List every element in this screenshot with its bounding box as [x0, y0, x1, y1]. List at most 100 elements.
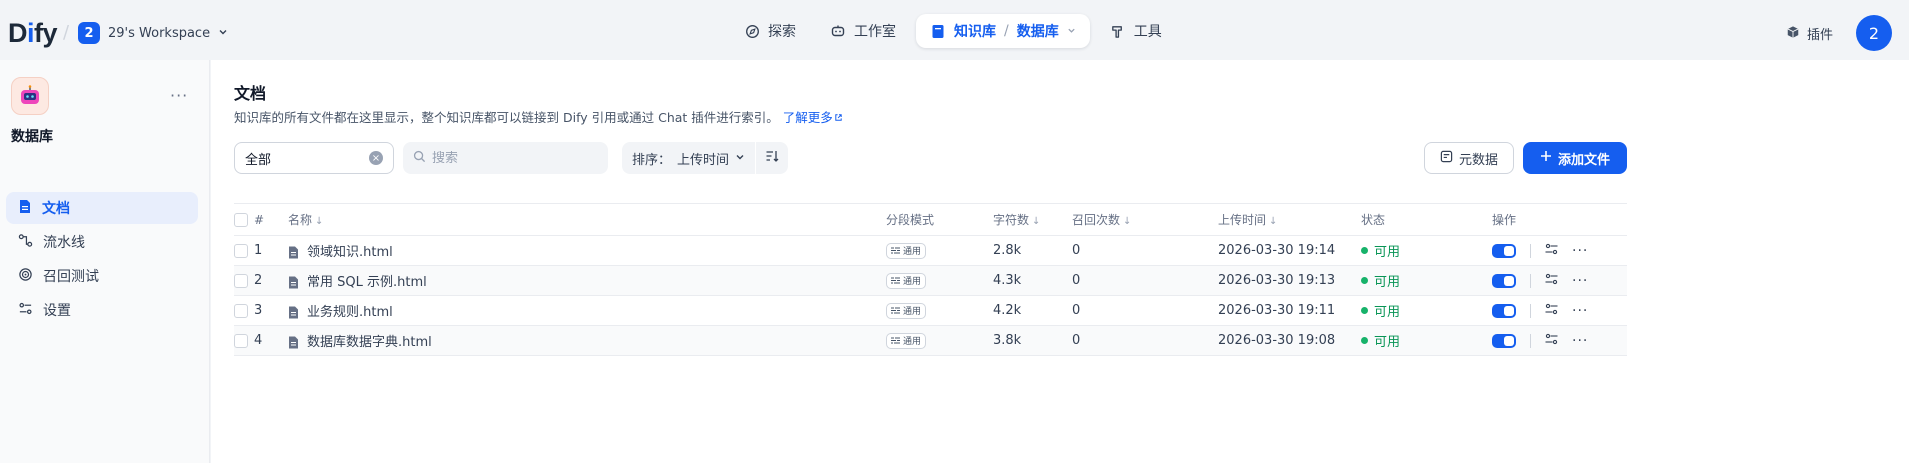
header-hits[interactable]: 召回次数 ↓ [1072, 203, 1218, 236]
search-input[interactable] [432, 150, 592, 166]
row-hits: 0 [1072, 265, 1218, 296]
header-chars[interactable]: 字符数 ↓ [993, 203, 1072, 236]
row-index: 3 [254, 295, 288, 326]
select-all-cell [234, 203, 254, 236]
more-options-icon[interactable]: ··· [1572, 333, 1588, 349]
table-row[interactable]: 1 领域知识.html 通用 2.8k 0 2026-03-30 19:14 可… [234, 235, 1627, 266]
row-status: 可用 [1361, 265, 1492, 296]
sort-descending-icon [765, 149, 779, 167]
enable-toggle[interactable] [1492, 333, 1516, 348]
metadata-button[interactable]: 元数据 [1424, 142, 1514, 174]
status-filter-select[interactable]: 全部 × [234, 142, 394, 174]
sort-arrow-icon: ↓ [1032, 216, 1041, 227]
nav-knowledge-sub-label[interactable]: 数据库 [1017, 21, 1059, 41]
mode-tag: 通用 [886, 332, 927, 349]
documents-table: # 名称 ↓ 分段模式 字符数 ↓ 召回次数 ↓ 上传时间 ↓ 状态 操作 1 领域知识… [234, 203, 1627, 356]
sidebar-item-label: 召回测试 [43, 269, 99, 285]
sidebar-item-pipeline[interactable]: 流水线 [6, 226, 198, 258]
add-file-label: 添加文件 [1557, 152, 1610, 168]
row-name[interactable]: 数据库数据字典.html [288, 325, 886, 356]
table-row[interactable]: 4 数据库数据字典.html 通用 3.8k 0 2026-03-30 19:0… [234, 325, 1627, 356]
header-name[interactable]: 名称 ↓ [288, 203, 886, 236]
header-uploaded[interactable]: 上传时间 ↓ [1218, 203, 1361, 236]
header-status: 状态 [1361, 203, 1492, 236]
sort-arrow-icon: ↓ [1123, 216, 1132, 227]
table-header-row: # 名称 ↓ 分段模式 字符数 ↓ 召回次数 ↓ 上传时间 ↓ 状态 操作 [234, 203, 1627, 236]
main-content: 文档 知识库的所有文件都在这里显示，整个知识库都可以链接到 Dify 引用或通过… [211, 60, 1909, 463]
settings-sliders-icon[interactable] [1545, 273, 1558, 289]
more-options-icon[interactable]: ··· [1572, 243, 1588, 259]
nav-tools-label: 工具 [1133, 24, 1162, 40]
more-options-icon[interactable]: ··· [1572, 303, 1588, 319]
book-icon [930, 23, 946, 39]
row-checkbox[interactable] [234, 303, 248, 318]
cube-icon [1786, 25, 1800, 43]
sort-value: 上传时间 [677, 152, 730, 168]
row-actions: ··· [1492, 265, 1627, 296]
row-checkbox[interactable] [234, 273, 248, 288]
user-avatar[interactable]: 2 [1856, 15, 1892, 51]
enable-toggle[interactable] [1492, 243, 1516, 258]
sidebar-item-settings[interactable]: 设置 [6, 294, 198, 326]
row-name[interactable]: 常用 SQL 示例.html [288, 265, 886, 296]
nav-knowledge[interactable]: 知识库 / 数据库 [916, 14, 1090, 48]
mode-tag: 通用 [886, 242, 927, 259]
more-options-button[interactable]: ··· [170, 86, 188, 105]
filter-value: 全部 [245, 152, 272, 168]
select-all-checkbox[interactable] [234, 212, 248, 227]
chevron-down-icon[interactable] [1067, 23, 1076, 39]
row-actions: ··· [1492, 295, 1627, 326]
row-hits: 0 [1072, 295, 1218, 326]
sort-prefix: 排序： [632, 152, 672, 168]
file-icon [288, 276, 299, 289]
enable-toggle[interactable] [1492, 273, 1516, 288]
clear-icon[interactable]: × [369, 151, 383, 165]
more-options-icon[interactable]: ··· [1572, 273, 1588, 289]
plugins-button[interactable]: 插件 [1786, 24, 1833, 43]
target-icon [18, 267, 33, 286]
header-index: # [254, 203, 288, 236]
file-icon [288, 306, 299, 319]
search-box[interactable] [403, 142, 608, 174]
add-file-button[interactable]: 添加文件 [1523, 142, 1627, 174]
nav-tools[interactable]: 工具 [1096, 14, 1176, 48]
sidebar-item-label: 文档 [42, 201, 70, 217]
workspace-name: 29's Workspace [108, 25, 211, 41]
row-checkbox[interactable] [234, 333, 248, 348]
nav-explore[interactable]: 探索 [730, 14, 810, 48]
row-mode: 通用 [886, 235, 993, 266]
row-name[interactable]: 业务规则.html [288, 295, 886, 326]
enable-toggle[interactable] [1492, 303, 1516, 318]
settings-sliders-icon[interactable] [1545, 303, 1558, 319]
table-row[interactable]: 2 常用 SQL 示例.html 通用 4.3k 0 2026-03-30 19… [234, 265, 1627, 296]
subtitle-text: 知识库的所有文件都在这里显示，整个知识库都可以链接到 Dify 引用或通过 Ch… [234, 110, 779, 125]
settings-sliders-icon[interactable] [1545, 243, 1558, 259]
sidebar-item-documents[interactable]: 文档 [6, 192, 198, 224]
plugins-label: 插件 [1807, 28, 1834, 43]
dify-logo[interactable]: Dify [8, 18, 58, 49]
file-icon [288, 246, 299, 259]
learn-more-link[interactable]: 了解更多 [783, 110, 843, 125]
settings-sliders-icon[interactable] [1545, 333, 1558, 349]
sidebar-item-label: 流水线 [43, 235, 85, 251]
metadata-label: 元数据 [1458, 152, 1498, 168]
sort-order-button[interactable] [756, 142, 788, 174]
row-uploaded: 2026-03-30 19:08 [1218, 325, 1361, 356]
row-index: 2 [254, 265, 288, 296]
sidebar-menu: 文档 流水线 召回测试 设置 [6, 192, 198, 328]
table-row[interactable]: 3 业务规则.html 通用 4.2k 0 2026-03-30 19:11 可… [234, 295, 1627, 326]
workspace-switcher[interactable]: 2 29's Workspace [78, 22, 228, 44]
main-nav: 探索 工作室 知识库 / 数据库 工具 [730, 14, 1176, 48]
knowledge-base-name: 数据库 [11, 129, 53, 145]
sort-select[interactable]: 排序： 上传时间 [622, 142, 755, 174]
row-checkbox[interactable] [234, 243, 248, 258]
page-title: 文档 [234, 84, 267, 103]
row-index: 4 [254, 325, 288, 356]
workspace-badge: 2 [78, 22, 100, 44]
sidebar-item-retrieval-test[interactable]: 召回测试 [6, 260, 198, 292]
status-dot [1361, 277, 1368, 284]
sort-control: 排序： 上传时间 [622, 142, 789, 174]
row-name[interactable]: 领域知识.html [288, 235, 886, 266]
nav-studio[interactable]: 工作室 [816, 14, 910, 48]
mode-tag: 通用 [886, 302, 927, 319]
